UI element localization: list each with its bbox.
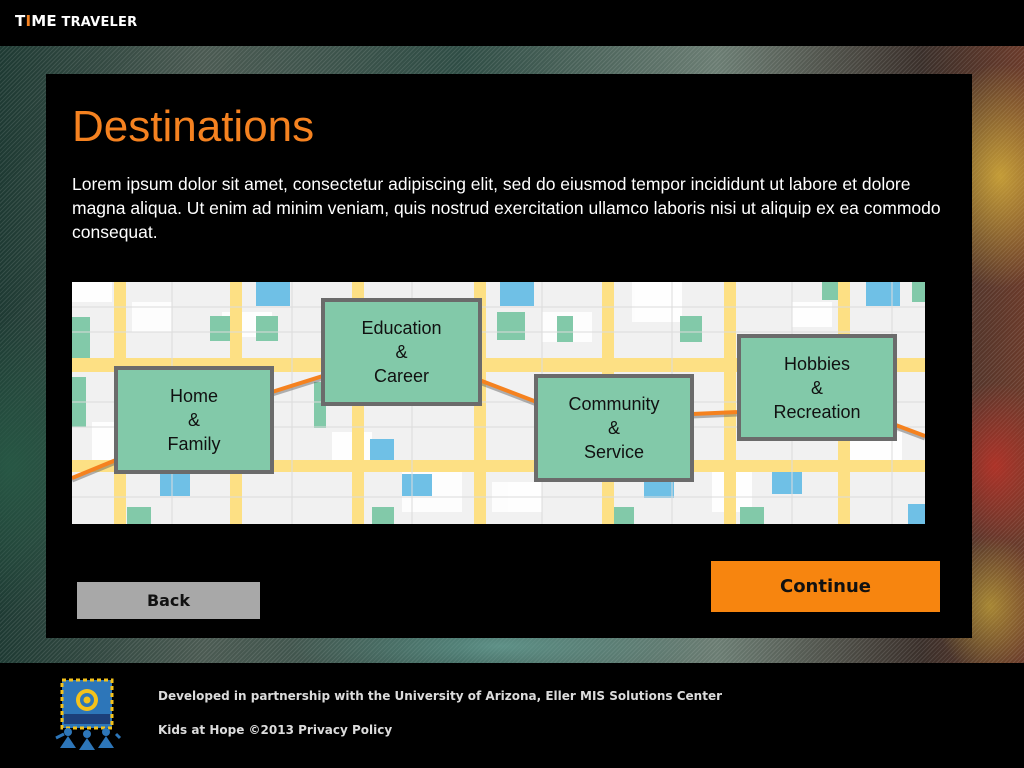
footer-copyright: Kids at Hope ©2013 bbox=[158, 723, 294, 737]
brand-letters-me: ME bbox=[31, 12, 57, 30]
destination-hobbies-recreation[interactable]: Hobbies & Recreation bbox=[737, 334, 897, 441]
destination-home-family[interactable]: Home & Family bbox=[114, 366, 274, 474]
destination-label: & bbox=[810, 377, 823, 398]
brand-traveler: TRAVELER bbox=[56, 15, 138, 30]
app-logo[interactable]: TIME TRAVELER bbox=[15, 12, 137, 30]
destination-label: Education bbox=[361, 318, 442, 338]
continue-button[interactable]: Continue bbox=[711, 561, 940, 612]
footer bbox=[0, 663, 1024, 768]
brand-letter-t: T bbox=[15, 12, 26, 30]
intro-text: Lorem ipsum dolor sit amet, consectetur … bbox=[72, 174, 941, 242]
destination-label: Career bbox=[373, 366, 430, 386]
page-title: Destinations bbox=[72, 102, 315, 151]
destination-label: & bbox=[395, 342, 408, 362]
destination-education-career[interactable]: Education & Career bbox=[321, 298, 482, 406]
destination-label: Home bbox=[169, 386, 218, 406]
footer-copyright-line: Kids at Hope ©2013 Privacy Policy bbox=[158, 723, 392, 737]
destination-label: Community bbox=[568, 394, 660, 414]
top-bar: TIME TRAVELER bbox=[0, 0, 1024, 46]
destinations-map: Home & Family Education & Career Communi… bbox=[72, 282, 925, 524]
privacy-policy-link[interactable]: Privacy Policy bbox=[298, 723, 392, 737]
back-button[interactable]: Back bbox=[77, 582, 260, 619]
destination-label: Family bbox=[167, 434, 221, 454]
destination-label: & bbox=[187, 410, 200, 430]
destination-label: & bbox=[607, 418, 620, 438]
destination-label: Recreation bbox=[773, 401, 861, 422]
footer-partnership: Developed in partnership with the Univer… bbox=[158, 689, 723, 703]
destination-label: Service bbox=[583, 442, 645, 462]
destination-label: Hobbies bbox=[783, 353, 851, 374]
kids-at-hope-logo[interactable] bbox=[50, 676, 124, 752]
destination-community-service[interactable]: Community & Service bbox=[534, 374, 694, 482]
